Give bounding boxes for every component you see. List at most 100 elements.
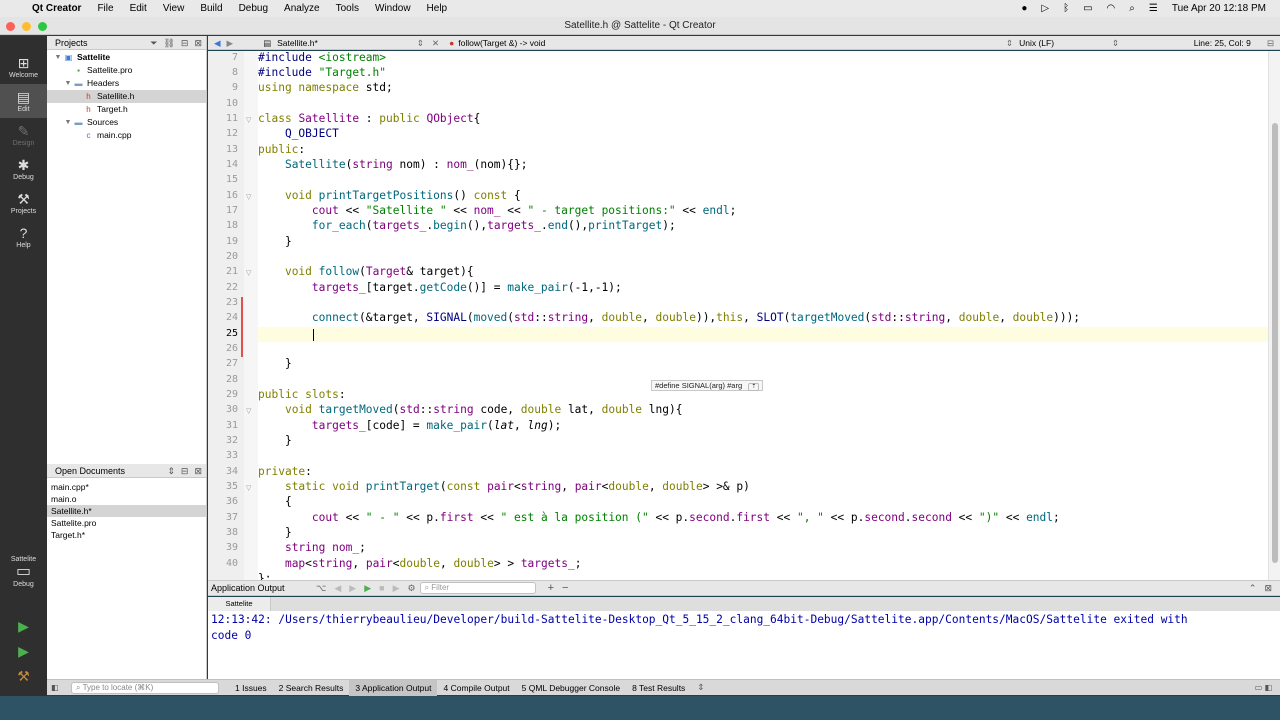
locator-input[interactable]: ⌕ Type to locate (⌘K) [71, 681, 219, 694]
bluetooth-icon[interactable]: ᛒ [1063, 3, 1069, 14]
split-icon[interactable]: ⊟ [181, 36, 189, 50]
projects-title[interactable]: Projects [55, 36, 88, 50]
settings-gear-icon[interactable]: ⚙ [408, 583, 416, 594]
next-icon[interactable]: ▶ [349, 583, 356, 594]
cursor-position[interactable]: Line: 25, Col: 9 [1194, 36, 1267, 50]
close-window-button[interactable] [6, 22, 15, 31]
code-editor[interactable]: 7 8 9 10 11 12 13 14 15 16 17 18 19 20 2… [208, 51, 1280, 580]
menu-edit[interactable]: Edit [122, 3, 155, 14]
line-endings-selector[interactable]: Unix (LF) ⇕ [1019, 36, 1119, 50]
prev-icon[interactable]: ◀ [334, 583, 341, 594]
fold-marker-icon[interactable]: ▽ [246, 193, 251, 201]
close-output-icon[interactable]: ⊠ [1264, 583, 1280, 594]
output-filter-input[interactable]: ⌕ Filter [419, 582, 536, 594]
tree-item-pro-file[interactable]: ▪ Sattelite.pro [47, 64, 206, 77]
line-number: 18 [225, 220, 238, 231]
rerun-icon[interactable]: ▶ [364, 583, 371, 594]
menu-help[interactable]: Help [419, 3, 456, 14]
menu-analyze[interactable]: Analyze [276, 3, 328, 14]
split-icon[interactable]: ⊟ [181, 464, 189, 478]
zoom-out-icon[interactable]: − [562, 582, 568, 594]
split-editor-icon[interactable]: ⊟ [1267, 36, 1280, 50]
minimize-window-button[interactable] [22, 22, 31, 31]
sort-icon[interactable]: ⇕ [167, 464, 175, 478]
link-icon[interactable]: ⛓ [163, 36, 174, 50]
forward-icon[interactable]: ▶ [227, 36, 240, 50]
mode-design[interactable]: ✎ Design [0, 118, 47, 152]
output-pane-tab-tests[interactable]: 8 Test Results [626, 680, 691, 696]
output-pane-tab-compile[interactable]: 4 Compile Output [437, 680, 515, 696]
filter-icon[interactable]: ⏷ [150, 36, 157, 50]
tooltip-more-icon[interactable]: ⇡ [748, 383, 760, 391]
desktop-wallpaper [0, 696, 1280, 720]
build-button[interactable]: ⚒ [0, 664, 47, 689]
menu-view[interactable]: View [155, 3, 193, 14]
close-pane-icon[interactable]: ⊠ [194, 464, 202, 478]
mode-debug[interactable]: ✱ Debug [0, 152, 47, 186]
code-line: targets_[code] = make_pair(lat, lng); [311, 419, 562, 432]
kit-selector[interactable]: Sattelite ▭ Debug [0, 556, 47, 588]
fold-marker-icon[interactable]: ▽ [246, 269, 251, 277]
line-number: 26 [225, 343, 238, 354]
open-doc-item[interactable]: Target.h* [47, 529, 206, 541]
mode-help[interactable]: ? Help [0, 220, 47, 254]
tree-item-main-cpp[interactable]: c main.cpp [47, 129, 206, 142]
chevron-updown-icon[interactable]: ⇕ [691, 682, 704, 693]
menu-window[interactable]: Window [367, 3, 419, 14]
open-documents-pane: Open Documents ⇕ ⊟ ⊠ main.cpp* main.o Sa… [47, 464, 207, 679]
fold-marker-icon[interactable]: ▽ [246, 116, 251, 124]
wifi-icon[interactable]: ◠ [1107, 3, 1116, 14]
output-pane-tab-qml[interactable]: 5 QML Debugger Console [516, 680, 626, 696]
control-center-icon[interactable]: ☰ [1149, 3, 1158, 14]
output-pane-tab-search[interactable]: 2 Search Results [273, 680, 350, 696]
back-icon[interactable]: ◀ [208, 36, 227, 50]
zoom-window-button[interactable] [38, 22, 47, 31]
record-icon[interactable]: ● [1021, 3, 1027, 14]
output-tab[interactable]: Sattelite [208, 597, 271, 611]
play-status-icon[interactable]: ▷ [1041, 3, 1049, 14]
menu-app[interactable]: Qt Creator [30, 3, 89, 14]
open-documents-title[interactable]: Open Documents [55, 464, 125, 478]
menu-debug[interactable]: Debug [231, 3, 276, 14]
mode-projects[interactable]: ⚒ Projects [0, 186, 47, 220]
progress-toggle-icon[interactable]: ▭ ◧ [1255, 683, 1280, 692]
mode-edit[interactable]: ▤ Edit [0, 84, 47, 118]
open-doc-item[interactable]: main.cpp* [47, 481, 206, 493]
tree-item-headers[interactable]: ▼ ▬ Headers [47, 77, 206, 90]
tree-item-target-h[interactable]: h Target.h [47, 103, 206, 116]
menu-build[interactable]: Build [192, 3, 230, 14]
stop-icon[interactable]: ■ [379, 583, 384, 593]
fold-marker-icon[interactable]: ▽ [246, 407, 251, 415]
output-pane-tab-app-output[interactable]: 3 Application Output [349, 679, 438, 696]
menu-tools[interactable]: Tools [328, 3, 367, 14]
open-doc-item[interactable]: Satellite.h* [47, 505, 206, 517]
tree-item-sources[interactable]: ▼ ▬ Sources [47, 116, 206, 129]
clock[interactable]: Tue Apr 20 12:18 PM [1172, 3, 1266, 14]
fold-marker-icon[interactable]: ▽ [246, 484, 251, 492]
zoom-in-icon[interactable]: + [548, 582, 554, 594]
battery-icon[interactable]: ▭ [1083, 3, 1092, 14]
output-pane-tab-issues[interactable]: 1 Issues [229, 680, 273, 696]
file-selector[interactable]: ▤ Satellite.h* ⇕ ✕ [239, 36, 439, 50]
output-title: Application Output [211, 583, 285, 593]
attach-icon[interactable]: ⌥ [316, 583, 326, 594]
menu-file[interactable]: File [89, 3, 121, 14]
symbol-selector[interactable]: ● follow(Target &) -> void ⇕ [439, 36, 1019, 50]
tree-item-project[interactable]: ▼ ▣ Sattelite [47, 51, 206, 64]
step-icon[interactable]: ▶ [393, 583, 400, 594]
fold-margin [244, 51, 258, 580]
open-doc-item[interactable]: main.o [47, 493, 206, 505]
maximize-icon[interactable]: ⌃ [1249, 583, 1265, 594]
debug-run-button[interactable]: ▶ [0, 639, 47, 664]
search-icon[interactable]: ⌕ [1129, 3, 1135, 14]
close-file-icon[interactable]: ✕ [432, 36, 439, 50]
close-pane-icon[interactable]: ⊠ [194, 36, 202, 50]
editor-scrollbar[interactable] [1268, 51, 1280, 580]
toggle-sidebar-icon[interactable]: ◧ [51, 683, 59, 692]
tree-item-satellite-h[interactable]: h Satellite.h [47, 90, 206, 103]
open-doc-item[interactable]: Sattelite.pro [47, 517, 206, 529]
run-button[interactable]: ▶ [0, 614, 47, 639]
scrollbar-thumb[interactable] [1272, 123, 1278, 563]
mode-welcome[interactable]: ⊞ Welcome [0, 50, 47, 84]
chevron-updown-icon: ⇕ [416, 37, 424, 48]
